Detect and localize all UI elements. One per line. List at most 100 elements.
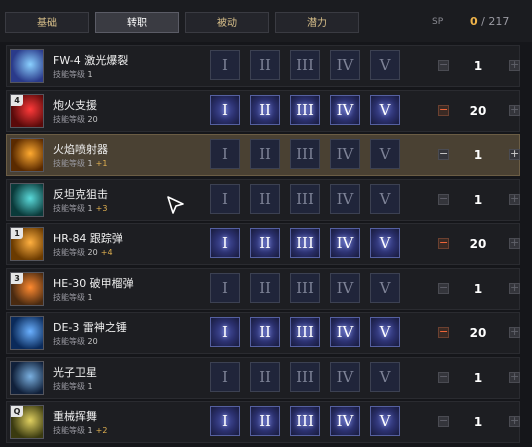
- rune-slot[interactable]: IV: [330, 50, 360, 80]
- increase-button[interactable]: +: [509, 104, 520, 116]
- skill-level-value: 1: [87, 292, 93, 302]
- rune-slot[interactable]: IV: [330, 361, 360, 392]
- skill-points-value: 20: [469, 103, 487, 118]
- skill-icon[interactable]: Q: [10, 405, 44, 439]
- skill-icon[interactable]: [10, 182, 44, 217]
- rune-slot[interactable]: I: [210, 406, 240, 436]
- skill-row[interactable]: 火焰喷射器 技能等级 1 +1 I II III IV V −1 +: [6, 134, 520, 176]
- rune-slot[interactable]: II: [250, 272, 280, 303]
- rune-slot[interactable]: V: [370, 94, 400, 125]
- rune-slot[interactable]: III: [290, 139, 320, 169]
- skill-level-label: 技能等级: [53, 114, 88, 124]
- increase-button[interactable]: +: [509, 59, 520, 71]
- rune-slot[interactable]: II: [250, 183, 280, 214]
- skill-row[interactable]: DE-3 雷神之锤 技能等级 20 I II III IV V −20 +: [6, 312, 520, 354]
- rune-slot[interactable]: II: [250, 139, 280, 169]
- rune-slot[interactable]: V: [370, 183, 400, 214]
- decrease-button[interactable]: −: [438, 282, 449, 294]
- decrease-button[interactable]: −: [438, 104, 449, 116]
- skill-icon[interactable]: [10, 49, 44, 83]
- skill-level-value: 20: [87, 248, 98, 257]
- rune-slot[interactable]: III: [290, 228, 320, 258]
- increase-button[interactable]: +: [509, 415, 520, 427]
- rune-slot[interactable]: V: [370, 50, 400, 80]
- rune-slot[interactable]: IV: [330, 406, 360, 436]
- mouse-cursor-icon: [167, 196, 184, 214]
- rune-slot[interactable]: IV: [330, 183, 360, 214]
- increase-button[interactable]: +: [509, 371, 520, 383]
- skill-row[interactable]: 3 HE-30 破甲榴弹 技能等级 1 I II III IV V −1 +: [6, 267, 520, 310]
- skill-icon[interactable]: [10, 360, 44, 395]
- skill-name: HR-84 跟踪弹: [53, 232, 123, 245]
- rune-slot[interactable]: I: [210, 139, 240, 169]
- skill-icon[interactable]: 1: [10, 227, 44, 261]
- rune-slot[interactable]: IV: [330, 94, 360, 125]
- skill-row[interactable]: 反坦克狙击 技能等级 1 +3 I II III IV V −1 +: [6, 178, 520, 221]
- decrease-button[interactable]: −: [438, 193, 449, 205]
- rune-slot[interactable]: II: [250, 94, 280, 125]
- skill-name: 反坦克狙击: [53, 187, 108, 201]
- decrease-button[interactable]: −: [438, 326, 449, 338]
- rune-slot[interactable]: I: [210, 228, 240, 258]
- rune-slot[interactable]: V: [370, 406, 400, 436]
- skill-row[interactable]: Q 重械挥舞 技能等级 1 +2 I II III IV V −1 +: [6, 401, 520, 443]
- tab-basic[interactable]: 基础: [5, 12, 89, 33]
- skill-icon[interactable]: [10, 316, 44, 350]
- rune-slot[interactable]: IV: [330, 139, 360, 169]
- decrease-button[interactable]: −: [438, 371, 449, 383]
- skill-row[interactable]: 光子卫星 技能等级 1 I II III IV V −1 +: [6, 356, 520, 399]
- rune-slot[interactable]: II: [250, 228, 280, 258]
- decrease-button[interactable]: −: [438, 237, 449, 249]
- tab-passive[interactable]: 被动: [185, 12, 269, 33]
- rune-slot[interactable]: I: [210, 272, 240, 303]
- tab-potential[interactable]: 潜力: [275, 12, 359, 33]
- rune-slot[interactable]: I: [210, 183, 240, 214]
- sp-current: 0: [470, 15, 478, 28]
- tab-advancement[interactable]: 转职: [95, 12, 179, 33]
- rune-slot[interactable]: I: [210, 94, 240, 125]
- skill-level: 技能等级 20: [53, 336, 98, 347]
- skill-row[interactable]: FW-4 激光爆裂 技能等级 1 I II III IV V −1 +: [6, 45, 520, 87]
- skill-row[interactable]: 4 炮火支援 技能等级 20 I II III IV V −20 +: [6, 89, 520, 132]
- rune-slot[interactable]: III: [290, 272, 320, 303]
- rune-slot[interactable]: V: [370, 139, 400, 169]
- rune-slot[interactable]: IV: [330, 228, 360, 258]
- rune-slot[interactable]: II: [250, 406, 280, 436]
- skill-points-value: 1: [473, 59, 483, 73]
- increase-button[interactable]: +: [509, 237, 520, 249]
- rune-slot[interactable]: V: [370, 317, 400, 347]
- rune-slot[interactable]: III: [290, 94, 320, 125]
- rune-slot[interactable]: II: [250, 317, 280, 347]
- rune-slot[interactable]: V: [370, 361, 400, 392]
- decrease-button[interactable]: −: [438, 59, 449, 71]
- skill-row[interactable]: 1 HR-84 跟踪弹 技能等级 20 +4 I II III IV V −20 +: [6, 223, 520, 265]
- rune-slot[interactable]: IV: [330, 272, 360, 303]
- rune-slot[interactable]: I: [210, 361, 240, 392]
- skill-icon[interactable]: 4: [10, 93, 44, 128]
- skill-level: 技能等级 20: [53, 114, 98, 125]
- increase-button[interactable]: +: [509, 193, 520, 205]
- rune-slot[interactable]: III: [290, 361, 320, 392]
- increase-button[interactable]: +: [509, 148, 520, 160]
- rune-slot[interactable]: III: [290, 406, 320, 436]
- increase-button[interactable]: +: [509, 326, 520, 338]
- rune-slot[interactable]: I: [210, 50, 240, 80]
- skill-icon[interactable]: [10, 138, 44, 172]
- rune-slot[interactable]: III: [290, 317, 320, 347]
- rune-slot[interactable]: III: [290, 183, 320, 214]
- skill-level-label: 技能等级: [53, 70, 88, 79]
- rune-slot[interactable]: II: [250, 50, 280, 80]
- rune-slot[interactable]: I: [210, 317, 240, 347]
- rune-slot[interactable]: IV: [330, 317, 360, 347]
- decrease-button[interactable]: −: [438, 148, 449, 160]
- skill-name: 炮火支援: [53, 98, 97, 112]
- rune-slot[interactable]: II: [250, 361, 280, 392]
- skill-level: 技能等级 20 +4: [53, 247, 113, 258]
- rune-slot[interactable]: III: [290, 50, 320, 80]
- skill-icon[interactable]: 3: [10, 271, 44, 306]
- hotkey-badge: 3: [11, 272, 23, 284]
- rune-slot[interactable]: V: [370, 228, 400, 258]
- increase-button[interactable]: +: [509, 282, 520, 294]
- decrease-button[interactable]: −: [438, 415, 449, 427]
- rune-slot[interactable]: V: [370, 272, 400, 303]
